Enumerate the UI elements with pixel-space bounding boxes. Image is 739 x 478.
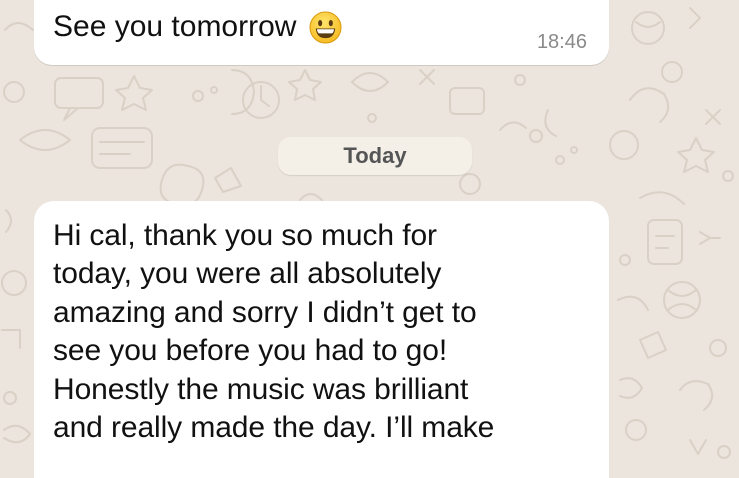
message-line: and really made the day. I’ll make — [53, 411, 495, 445]
grinning-face-emoji-icon — [309, 10, 342, 44]
previous-message-bubble[interactable]: See you tomorrow 18:46 — [34, 0, 609, 65]
date-divider-label: Today — [343, 143, 407, 168]
message-timestamp: 18:46 — [536, 31, 587, 53]
message-line: Hi cal, thank you so much for — [53, 219, 437, 252]
incoming-message-bubble[interactable]: Hi cal, thank you so much for today, you… — [34, 201, 609, 478]
message-line: Honestly the music was brilliant — [53, 372, 469, 406]
message-line: amazing and sorry I didn’t get to — [53, 295, 477, 329]
message-line: see you before you had to go! — [53, 334, 448, 368]
message-line: today, you were all absolutely — [53, 257, 442, 291]
date-divider: Today — [278, 137, 472, 175]
incoming-message-text: Hi cal, thank you so much for today, you… — [53, 217, 598, 447]
previous-message-text: See you tomorrow — [53, 10, 297, 43]
previous-message-text-row: See you tomorrow — [53, 9, 342, 45]
